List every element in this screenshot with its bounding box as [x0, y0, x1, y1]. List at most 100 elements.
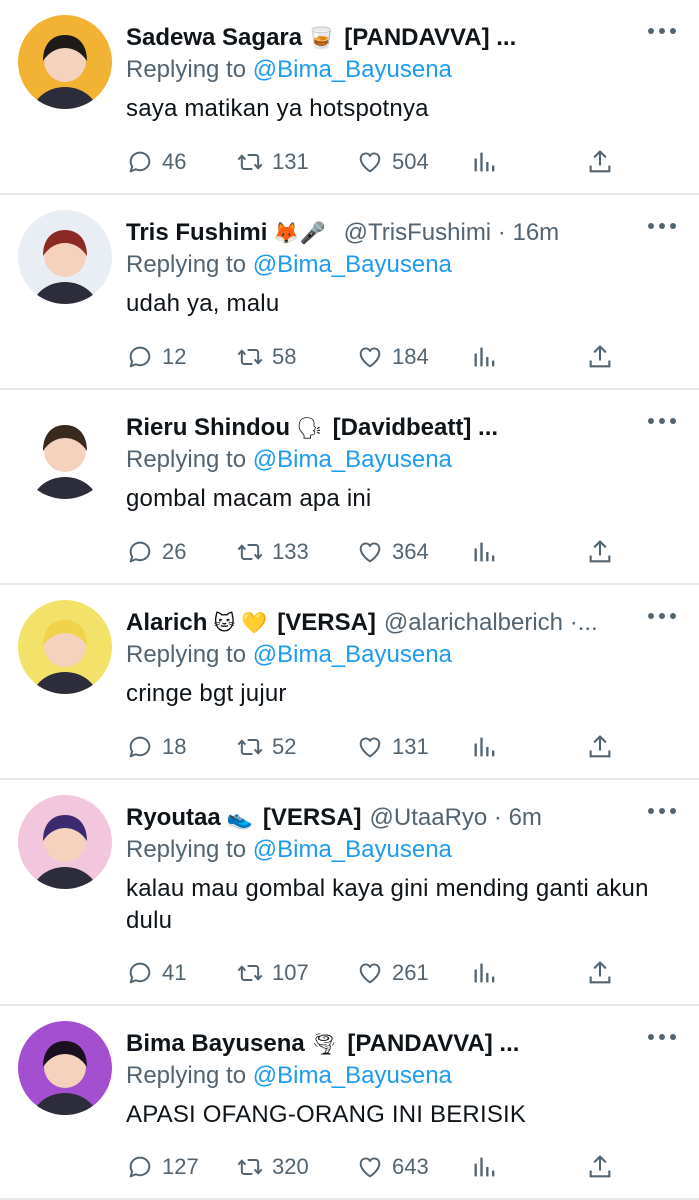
tweet[interactable]: Sadewa Sagara 🥃 [PANDAVVA] ... Replying to…	[0, 0, 699, 195]
group-tag: [VERSA]	[277, 609, 376, 636]
avatar[interactable]	[18, 1021, 112, 1115]
tweet-header: Alarich 🐱 💛 [VERSA] @alarichalberich ·...	[126, 606, 643, 640]
like-button[interactable]: 643	[356, 1152, 429, 1182]
replying-to-handle[interactable]: @Bima_Bayusena	[253, 56, 452, 83]
reply-count: 26	[162, 539, 187, 564]
like-icon	[356, 148, 384, 176]
stats-button[interactable]	[471, 537, 507, 567]
replying-to-label: Replying to	[126, 1062, 247, 1089]
action-bar: 26 133 364	[126, 537, 699, 567]
display-name[interactable]: Sadewa Sagara	[126, 24, 302, 51]
more-icon[interactable]	[647, 605, 677, 625]
reply-count: 41	[162, 960, 187, 985]
user-handle[interactable]: @TrisFushimi · 16m	[344, 219, 559, 246]
retweet-button[interactable]: 133	[236, 537, 309, 567]
replying-to: Replying to @Bima_Bayusena	[126, 639, 452, 671]
more-icon[interactable]	[647, 800, 677, 820]
reply-icon	[126, 733, 154, 761]
reply-icon	[126, 1153, 154, 1181]
display-name[interactable]: Alarich	[126, 609, 207, 636]
retweet-button[interactable]: 131	[236, 147, 309, 177]
tweet-text: APASI OFANG-ORANG INI BERISIK	[126, 1101, 527, 1128]
share-button[interactable]	[586, 1152, 622, 1182]
replying-to-label: Replying to	[126, 446, 247, 473]
share-icon	[586, 148, 614, 176]
retweet-button[interactable]: 107	[236, 958, 309, 988]
share-button[interactable]	[586, 958, 622, 988]
stats-icon	[471, 343, 499, 371]
share-button[interactable]	[586, 147, 622, 177]
name-emoji: 🗣	[296, 417, 323, 440]
tweet[interactable]: Rieru Shindou 🗣 [Davidbeatt] ... Replying …	[0, 390, 699, 585]
like-button[interactable]: 261	[356, 958, 429, 988]
stats-button[interactable]	[471, 958, 507, 988]
retweet-icon	[236, 148, 264, 176]
more-icon[interactable]	[647, 1026, 677, 1046]
display-name[interactable]: Tris Fushimi	[126, 219, 267, 246]
share-icon	[586, 343, 614, 371]
avatar[interactable]	[18, 795, 112, 889]
more-icon[interactable]	[647, 410, 677, 430]
stats-icon	[471, 959, 499, 987]
like-button[interactable]: 131	[356, 732, 429, 762]
reply-count: 12	[162, 344, 187, 369]
tweet[interactable]: Ryoutaa 👟 [VERSA] @UtaaRyo · 6m Replying to…	[0, 780, 699, 1006]
tweet-text: cringe bgt jujur	[126, 680, 287, 707]
tweet[interactable]: Alarich 🐱 💛 [VERSA] @alarichalberich ·... R…	[0, 585, 699, 780]
retweet-button[interactable]: 52	[236, 732, 296, 762]
tweet-header: Rieru Shindou 🗣 [Davidbeatt] ...	[126, 411, 643, 445]
replying-to-handle[interactable]: @Bima_Bayusena	[253, 446, 452, 473]
display-name[interactable]: Ryoutaa	[126, 804, 221, 831]
like-button[interactable]: 184	[356, 342, 429, 372]
retweet-count: 131	[272, 149, 309, 174]
like-button[interactable]: 504	[356, 147, 429, 177]
group-tag: [PANDAVVA] ...	[344, 24, 517, 51]
like-count: 131	[392, 734, 429, 759]
like-count: 504	[392, 149, 429, 174]
avatar[interactable]	[18, 15, 112, 109]
reply-button[interactable]: 18	[126, 732, 186, 762]
replying-to: Replying to @Bima_Bayusena	[126, 249, 452, 281]
reply-button[interactable]: 46	[126, 147, 186, 177]
stats-button[interactable]	[471, 147, 507, 177]
avatar[interactable]	[18, 405, 112, 499]
tweet-header: Ryoutaa 👟 [VERSA] @UtaaRyo · 6m	[126, 801, 643, 835]
like-icon	[356, 959, 384, 987]
replying-to-handle[interactable]: @Bima_Bayusena	[253, 251, 452, 278]
stats-button[interactable]	[471, 1152, 507, 1182]
reply-button[interactable]: 12	[126, 342, 186, 372]
like-button[interactable]: 364	[356, 537, 429, 567]
retweet-icon	[236, 343, 264, 371]
avatar[interactable]	[18, 600, 112, 694]
share-button[interactable]	[586, 342, 622, 372]
more-icon[interactable]	[647, 215, 677, 235]
name-emoji: 🌪	[310, 1033, 338, 1056]
more-icon[interactable]	[647, 20, 677, 40]
retweet-button[interactable]: 58	[236, 342, 296, 372]
reply-button[interactable]: 26	[126, 537, 186, 567]
avatar[interactable]	[18, 210, 112, 304]
retweet-button[interactable]: 320	[236, 1152, 309, 1182]
tweet-header: Bima Bayusena 🌪 [PANDAVVA] ...	[126, 1027, 643, 1061]
user-handle[interactable]: @UtaaRyo · 6m	[370, 804, 542, 831]
reply-icon	[126, 538, 154, 566]
like-count: 643	[392, 1154, 429, 1179]
like-icon	[356, 1153, 384, 1181]
tweet[interactable]: Bima Bayusena 🌪 [PANDAVVA] ... Replying to…	[0, 1006, 699, 1200]
display-name[interactable]: Bima Bayusena	[126, 1030, 305, 1057]
tweet[interactable]: Tris Fushimi 🦊🎤 @TrisFushimi · 16m Replyin…	[0, 195, 699, 390]
share-button[interactable]	[586, 537, 622, 567]
replying-to-handle[interactable]: @Bima_Bayusena	[253, 836, 452, 863]
like-count: 184	[392, 344, 429, 369]
user-handle[interactable]: @alarichalberich ·...	[384, 609, 598, 636]
reply-button[interactable]: 127	[126, 1152, 199, 1182]
stats-button[interactable]	[471, 342, 507, 372]
reply-button[interactable]: 41	[126, 958, 186, 988]
share-icon	[586, 1153, 614, 1181]
stats-button[interactable]	[471, 732, 507, 762]
share-button[interactable]	[586, 732, 622, 762]
replying-to-handle[interactable]: @Bima_Bayusena	[253, 1062, 452, 1089]
display-name[interactable]: Rieru Shindou	[126, 414, 290, 441]
replying-to-handle[interactable]: @Bima_Bayusena	[253, 641, 452, 668]
like-icon	[356, 538, 384, 566]
